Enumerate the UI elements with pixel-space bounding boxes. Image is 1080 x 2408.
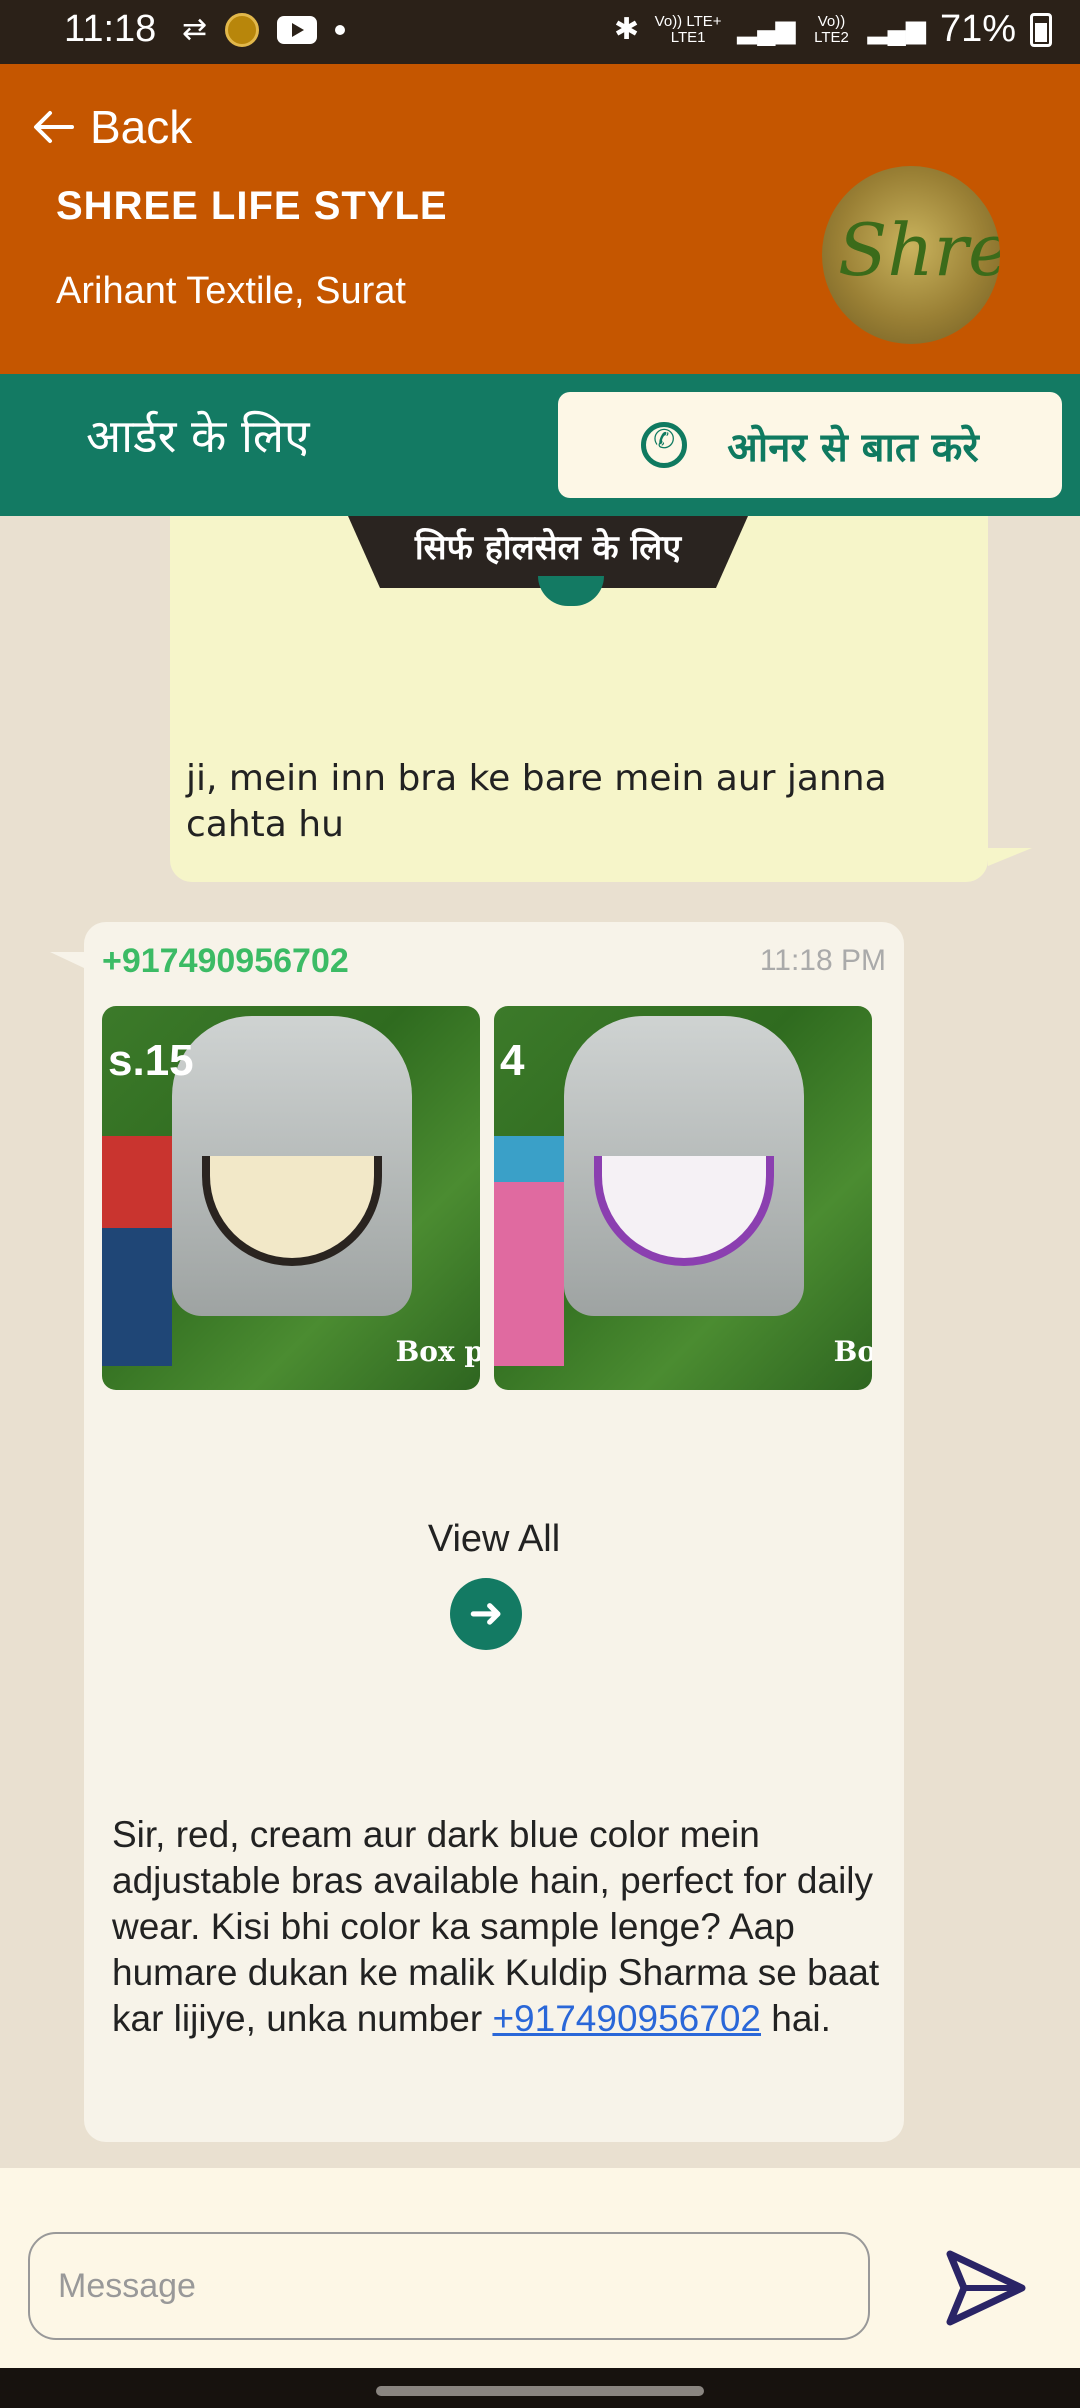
sender-phone[interactable]: +917490956702 bbox=[102, 942, 349, 981]
network-1-label: Vo)) LTE+ LTE1 bbox=[654, 12, 722, 46]
arrow-left-icon bbox=[34, 111, 74, 143]
chat-area[interactable]: सिर्फ होलसेल के लिए ji, mein inn bra ke … bbox=[0, 516, 1080, 2168]
status-bar: 11:18 ⇄ ✱ Vo)) LTE+ LTE1 ▂▄▆ Vo)) LTE2 ▂… bbox=[0, 0, 1080, 64]
talk-to-owner-button[interactable]: ओनर से बात करे bbox=[558, 392, 1062, 498]
bluetooth-icon: ✱ bbox=[613, 13, 640, 46]
order-bar: आर्डर के लिए ओनर से बात करे bbox=[0, 374, 1080, 516]
view-all-label[interactable]: View All bbox=[84, 1518, 904, 1561]
cast-icon: ⇄ bbox=[182, 12, 208, 47]
status-left-icons: ⇄ bbox=[182, 12, 346, 47]
owner-phone-link[interactable]: +917490956702 bbox=[492, 1998, 761, 2039]
message-time: 11:18 PM bbox=[759, 944, 886, 977]
incoming-message-text: Sir, red, cream aur dark blue color mein… bbox=[112, 1812, 882, 2042]
status-time: 11:18 bbox=[64, 8, 157, 50]
outgoing-message-text: ji, mein inn bra ke bare mein aur janna … bbox=[186, 758, 887, 845]
signal-1-icon: ▂▄▆ bbox=[737, 14, 796, 44]
whatsapp-icon bbox=[641, 422, 688, 468]
back-button[interactable]: Back bbox=[32, 100, 192, 154]
product-side-items bbox=[494, 1136, 564, 1366]
app-notification-icon bbox=[225, 12, 260, 47]
shop-name: SHREE LIFE STYLE bbox=[56, 184, 448, 228]
shop-logo[interactable]: Shree bbox=[822, 166, 1000, 344]
product-box-label: Bo bbox=[833, 1335, 872, 1368]
shop-location: Arihant Textile, Surat bbox=[56, 270, 406, 312]
signal-2-icon: ▂▄▆ bbox=[867, 14, 926, 44]
talk-to-owner-label: ओनर से बात करे bbox=[727, 424, 979, 471]
logo-text: Shree bbox=[838, 208, 1000, 292]
product-side-items bbox=[102, 1136, 172, 1366]
network-2-label: Vo)) LTE2 bbox=[814, 12, 849, 46]
youtube-icon bbox=[277, 15, 318, 44]
product-price-label: s.15 bbox=[108, 1036, 194, 1085]
system-nav-bar bbox=[0, 2368, 1080, 2408]
send-icon[interactable] bbox=[944, 2248, 1028, 2328]
product-image-1[interactable]: s.15 Box p bbox=[102, 1006, 480, 1390]
product-image-2[interactable]: 4 Bo bbox=[494, 1006, 872, 1390]
product-price-label: 4 bbox=[500, 1036, 525, 1085]
shop-header: Back SHREE LIFE STYLE Arihant Textile, S… bbox=[0, 64, 1080, 374]
battery-percent: 71% bbox=[939, 8, 1016, 50]
order-label: आर्डर के लिए bbox=[86, 409, 310, 463]
status-right-icons: ✱ Vo)) LTE+ LTE1 ▂▄▆ Vo)) LTE2 ▂▄▆ 71% bbox=[614, 8, 1052, 51]
message-input[interactable] bbox=[28, 2232, 870, 2340]
home-gesture-handle[interactable] bbox=[376, 2386, 704, 2396]
incoming-message-bubble: +917490956702 11:18 PM s.15 Box p 4 Bo V… bbox=[50, 922, 904, 2142]
view-all-button[interactable]: ➜ bbox=[450, 1578, 522, 1650]
reply-text-end: hai. bbox=[761, 1998, 831, 2039]
message-composer bbox=[0, 2168, 1080, 2368]
product-box-label: Box p bbox=[395, 1335, 480, 1368]
more-notifications-icon bbox=[335, 24, 346, 35]
arrow-right-icon: ➜ bbox=[468, 1588, 504, 1637]
back-label: Back bbox=[90, 101, 193, 153]
battery-icon bbox=[1030, 12, 1052, 47]
